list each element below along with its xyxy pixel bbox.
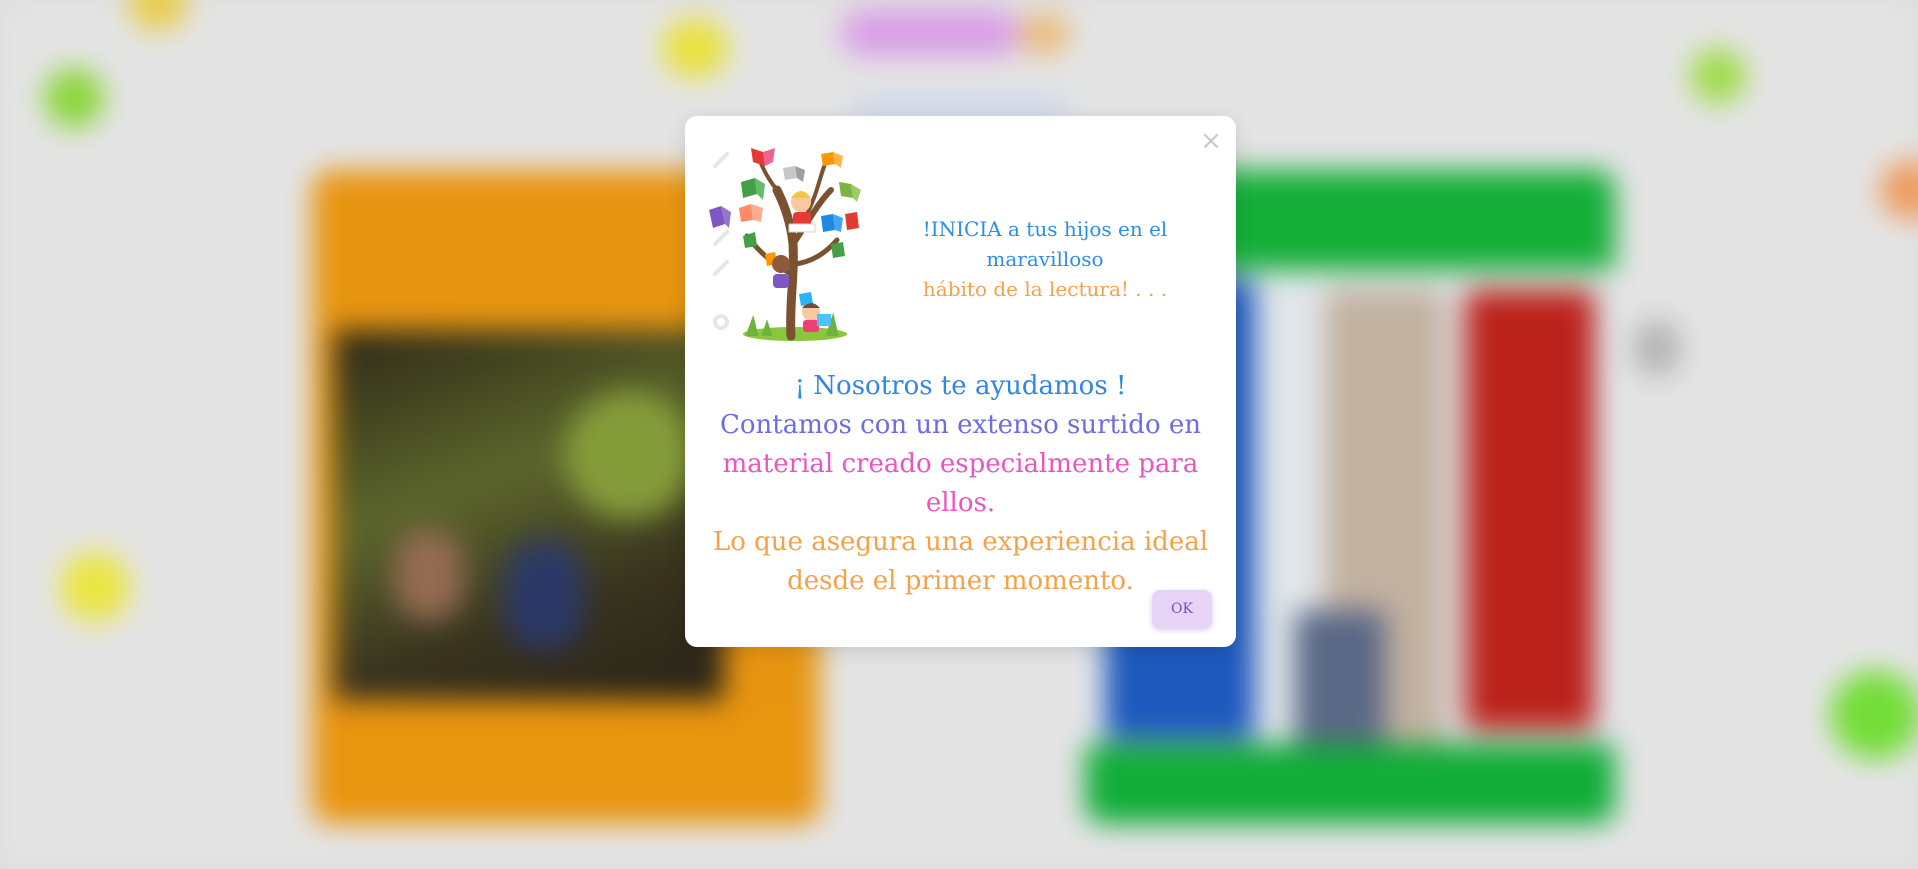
promo-message-line: Contamos con un extenso surtido en <box>720 410 1201 440</box>
hero-tagline-line2: hábito de la lectura! . . . <box>922 277 1168 301</box>
close-icon[interactable]: × <box>1198 128 1224 154</box>
promo-message-line: ¡ Nosotros te ayudamos ! <box>794 371 1127 401</box>
promo-message: ¡ Nosotros te ayudamos ! Contamos con un… <box>685 367 1236 601</box>
promo-message-line: Lo que asegura una experiencia ideal <box>712 527 1209 557</box>
hero-tagline: !INICIA a tus hijos en el maravilloso há… <box>875 214 1215 304</box>
ok-button[interactable]: OK <box>1152 590 1212 628</box>
reading-tree-illustration <box>709 148 861 341</box>
promo-dialog: × !INICIA a tus hijos en el maravilloso … <box>685 116 1236 647</box>
hero-tagline-line1: !INICIA a tus hijos en el maravilloso <box>922 217 1168 271</box>
promo-message-line: material creado especialmente para ellos… <box>722 449 1199 518</box>
